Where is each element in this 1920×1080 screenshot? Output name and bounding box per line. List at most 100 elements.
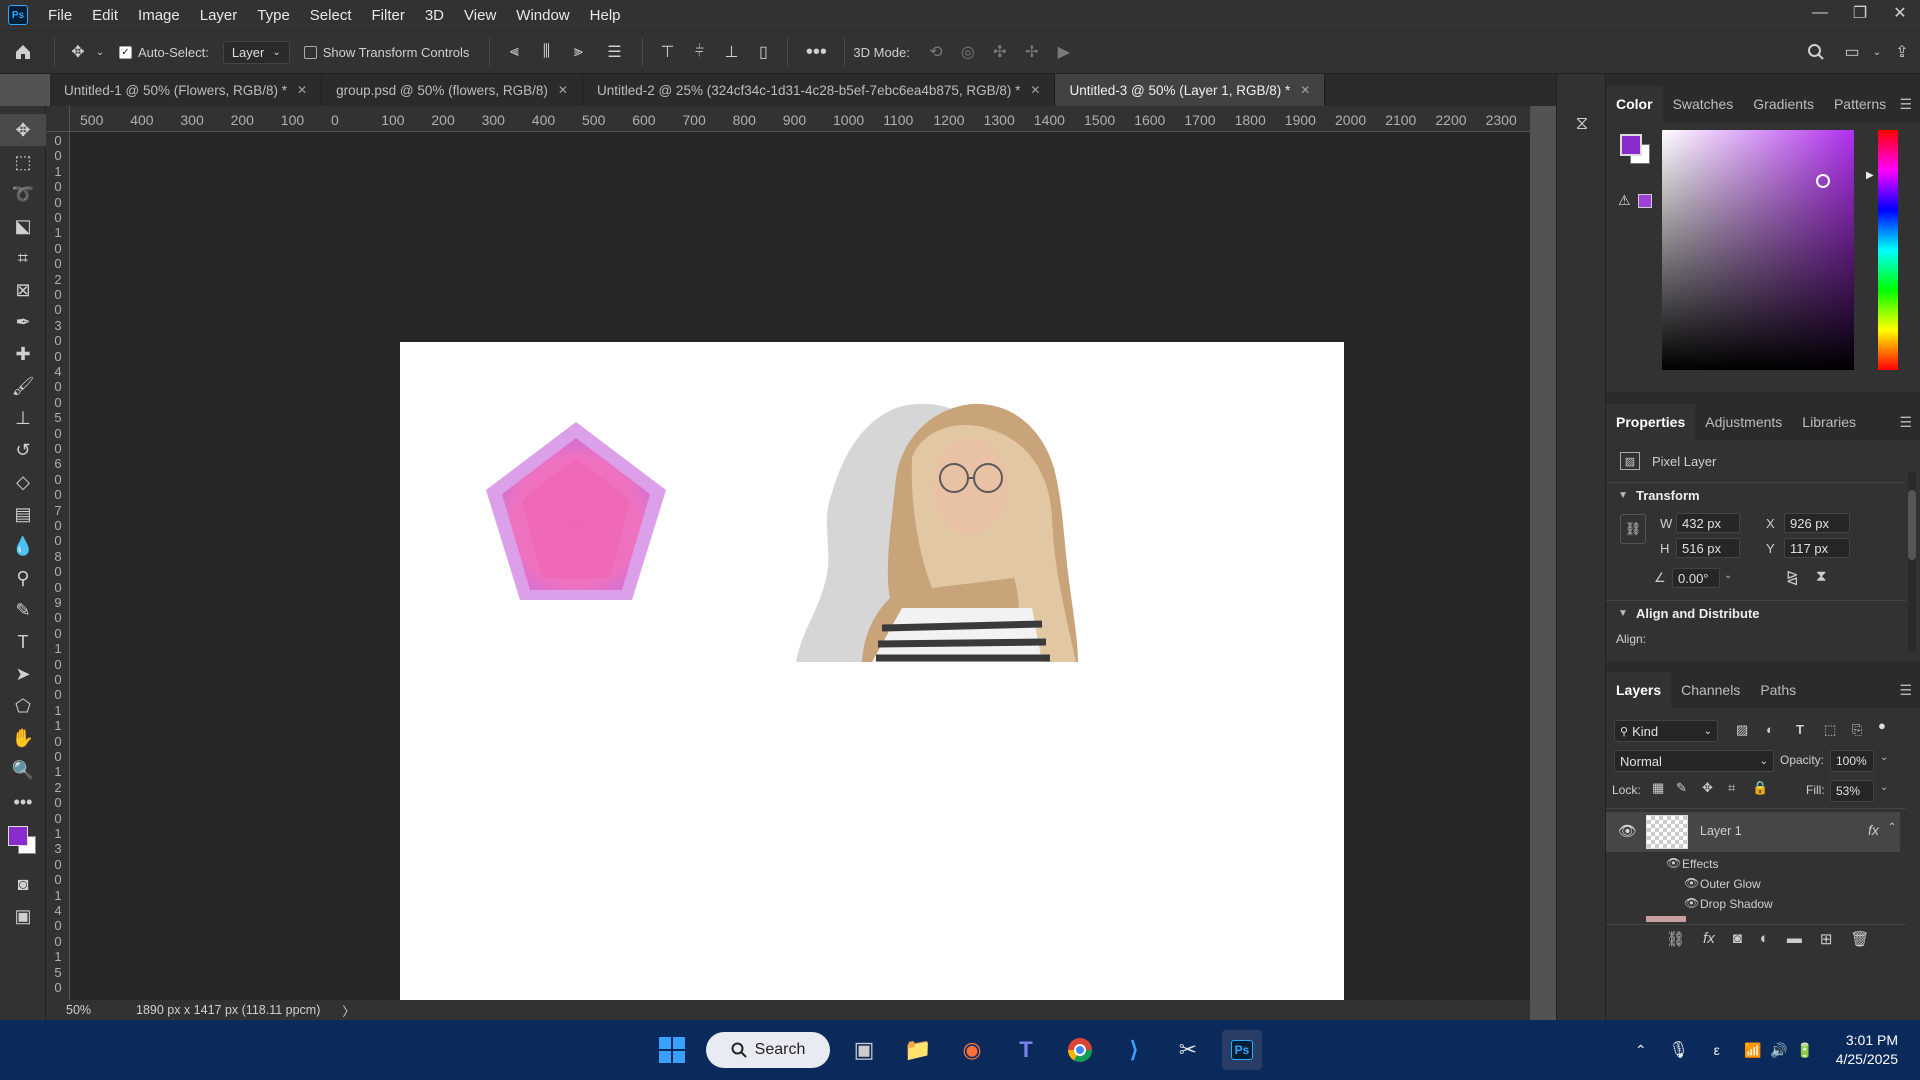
menu-filter[interactable]: Filter — [362, 7, 415, 24]
visibility-eye-icon[interactable]: 👁 — [1618, 822, 1637, 840]
search-icon[interactable] — [1798, 37, 1834, 67]
filter-type-icon[interactable]: T — [1796, 722, 1804, 737]
menu-help[interactable]: Help — [580, 7, 631, 24]
marquee-tool-icon[interactable]: ⬚ — [0, 146, 46, 178]
lock-all-icon[interactable]: 🔒 — [1752, 780, 1768, 796]
clone-stamp-tool-icon[interactable]: ⊥ — [0, 402, 46, 434]
menu-type[interactable]: Type — [247, 7, 300, 24]
type-tool-icon[interactable]: T — [0, 626, 46, 658]
close-icon[interactable]: ✕ — [1300, 83, 1310, 97]
pen-tool-icon[interactable]: ✎ — [0, 594, 46, 626]
teams-icon[interactable]: T — [1006, 1030, 1046, 1070]
tab-patterns[interactable]: Patterns — [1824, 86, 1896, 122]
eyedropper-tool-icon[interactable]: ✒ — [0, 306, 46, 338]
quick-mask-icon[interactable]: ◙ — [0, 868, 46, 900]
align-right-icon[interactable]: ⫸ — [562, 37, 594, 67]
align-left-icon[interactable]: ⫷ — [498, 37, 530, 67]
tab-untitled-2[interactable]: Untitled-2 @ 25% (324cf34c-1d31-4c28-b5e… — [583, 74, 1056, 106]
menu-layer[interactable]: Layer — [190, 7, 248, 24]
color-field[interactable] — [1662, 130, 1854, 370]
auto-select-dropdown[interactable]: Layer ⌄ — [222, 40, 290, 64]
lock-transparent-icon[interactable]: ▦ — [1652, 780, 1664, 796]
more-options-icon[interactable]: ••• — [796, 37, 836, 67]
panel-menu-icon[interactable]: ☰ — [1899, 96, 1912, 113]
distribute-vertical-icon[interactable]: ▯ — [747, 37, 779, 67]
share-icon[interactable]: ⇪ — [1884, 37, 1920, 67]
effect-row-outer-glow[interactable]: 👁 Outer Glow — [1606, 874, 1900, 894]
tab-color[interactable]: Color — [1606, 86, 1663, 122]
tab-adjustments[interactable]: Adjustments — [1695, 404, 1792, 440]
3d-slide-icon[interactable]: ✢ — [1016, 37, 1048, 67]
layer-filter-kind-dropdown[interactable]: ⚲ Kind ⌄ — [1614, 720, 1718, 742]
tab-gradients[interactable]: Gradients — [1743, 86, 1824, 122]
hue-slider-arrow-icon[interactable]: ▶ — [1866, 170, 1874, 181]
tab-libraries[interactable]: Libraries — [1792, 404, 1866, 440]
new-layer-icon[interactable]: ⊞ — [1820, 930, 1833, 954]
menu-edit[interactable]: Edit — [82, 7, 128, 24]
snipping-tool-icon[interactable]: ✂ — [1168, 1030, 1208, 1070]
menu-view[interactable]: View — [454, 7, 506, 24]
more-tools-icon[interactable]: ••• — [0, 786, 46, 818]
status-menu-arrow-icon[interactable]: 〉 — [342, 1001, 355, 1020]
visibility-eye-icon[interactable]: 👁 — [1684, 876, 1699, 890]
wifi-icon[interactable]: 📶 — [1740, 1030, 1766, 1070]
lock-artboard-icon[interactable]: ⌗ — [1728, 780, 1735, 796]
tab-paths[interactable]: Paths — [1750, 672, 1806, 708]
align-top-icon[interactable]: ⊤ — [651, 37, 683, 67]
battery-icon[interactable]: 🔋 — [1792, 1030, 1818, 1070]
fill-field[interactable]: 53% — [1830, 780, 1874, 802]
lasso-tool-icon[interactable]: ➰ — [0, 178, 46, 210]
3d-roll-icon[interactable]: ◎ — [952, 37, 984, 67]
3d-pan-icon[interactable]: ✣ — [984, 37, 1016, 67]
taskbar-search[interactable]: Search — [706, 1032, 830, 1068]
chevron-down-icon[interactable]: ⌄ — [1880, 782, 1888, 793]
close-window-icon[interactable]: ✕ — [1880, 0, 1920, 26]
foreground-color-swatch[interactable] — [8, 826, 28, 846]
x-field[interactable]: 926 px — [1784, 513, 1850, 533]
chevron-down-icon[interactable]: ▼ — [1618, 490, 1628, 501]
tab-swatches[interactable]: Swatches — [1663, 86, 1744, 122]
link-icon[interactable]: ⛓ — [1620, 514, 1646, 544]
menu-select[interactable]: Select — [300, 7, 362, 24]
gamut-swatch[interactable] — [1638, 194, 1652, 208]
visibility-eye-icon[interactable]: 👁 — [1684, 896, 1699, 910]
clock[interactable]: 3:01 PM 4/25/2025 — [1836, 1031, 1898, 1069]
filter-adjustment-icon[interactable]: ◐ — [1766, 722, 1774, 737]
file-explorer-icon[interactable]: 📁 — [898, 1030, 938, 1070]
eraser-tool-icon[interactable]: ◇ — [0, 466, 46, 498]
link-layers-icon[interactable]: ⛓ — [1666, 930, 1685, 954]
new-adjustment-layer-icon[interactable]: ◐ — [1760, 930, 1769, 954]
zoom-level[interactable]: 50% — [66, 1003, 126, 1017]
tab-layers[interactable]: Layers — [1606, 672, 1672, 708]
layer-name[interactable]: Layer 1 — [1700, 824, 1742, 838]
align-bottom-icon[interactable]: ⊥ — [715, 37, 747, 67]
pentagon-shape[interactable] — [484, 418, 668, 602]
width-field[interactable]: 432 px — [1676, 513, 1740, 533]
tab-untitled-3[interactable]: Untitled-3 @ 50% (Layer 1, RGB/8) * ✕ — [1055, 74, 1326, 106]
zoom-tool-icon[interactable]: 🔍 — [0, 754, 46, 786]
align-center-icon[interactable]: ⫼ — [530, 37, 562, 67]
transform-section-title[interactable]: Transform — [1636, 488, 1700, 503]
restore-icon[interactable]: ❐ — [1840, 0, 1880, 26]
path-selection-tool-icon[interactable]: ➤ — [0, 658, 46, 690]
angle-field[interactable]: 0.00° — [1672, 568, 1720, 588]
add-layer-style-icon[interactable]: fx — [1703, 930, 1715, 954]
tab-channels[interactable]: Channels — [1671, 672, 1750, 708]
lock-pixels-icon[interactable]: ✎ — [1676, 780, 1687, 796]
height-field[interactable]: 516 px — [1676, 538, 1740, 558]
move-tool-preset-icon[interactable]: ✥ — [63, 37, 93, 67]
document-canvas[interactable] — [400, 342, 1344, 1050]
home-icon[interactable] — [0, 37, 46, 67]
3d-orbit-icon[interactable]: ⟲ — [920, 37, 952, 67]
opacity-field[interactable]: 100% — [1830, 750, 1874, 772]
menu-3d[interactable]: 3D — [415, 7, 454, 24]
lock-position-icon[interactable]: ✥ — [1702, 780, 1713, 796]
minimize-icon[interactable]: — — [1800, 0, 1840, 26]
effect-row-drop-shadow[interactable]: 👁 Drop Shadow — [1606, 894, 1900, 914]
chevron-down-icon[interactable]: ▼ — [1618, 608, 1628, 619]
menu-image[interactable]: Image — [128, 7, 190, 24]
filter-smart-object-icon[interactable]: ⎘ — [1852, 722, 1862, 738]
gradient-tool-icon[interactable]: ▤ — [0, 498, 46, 530]
frame-tool-icon[interactable]: ⊠ — [0, 274, 46, 306]
chevron-down-icon[interactable]: ⌄ — [93, 37, 107, 67]
